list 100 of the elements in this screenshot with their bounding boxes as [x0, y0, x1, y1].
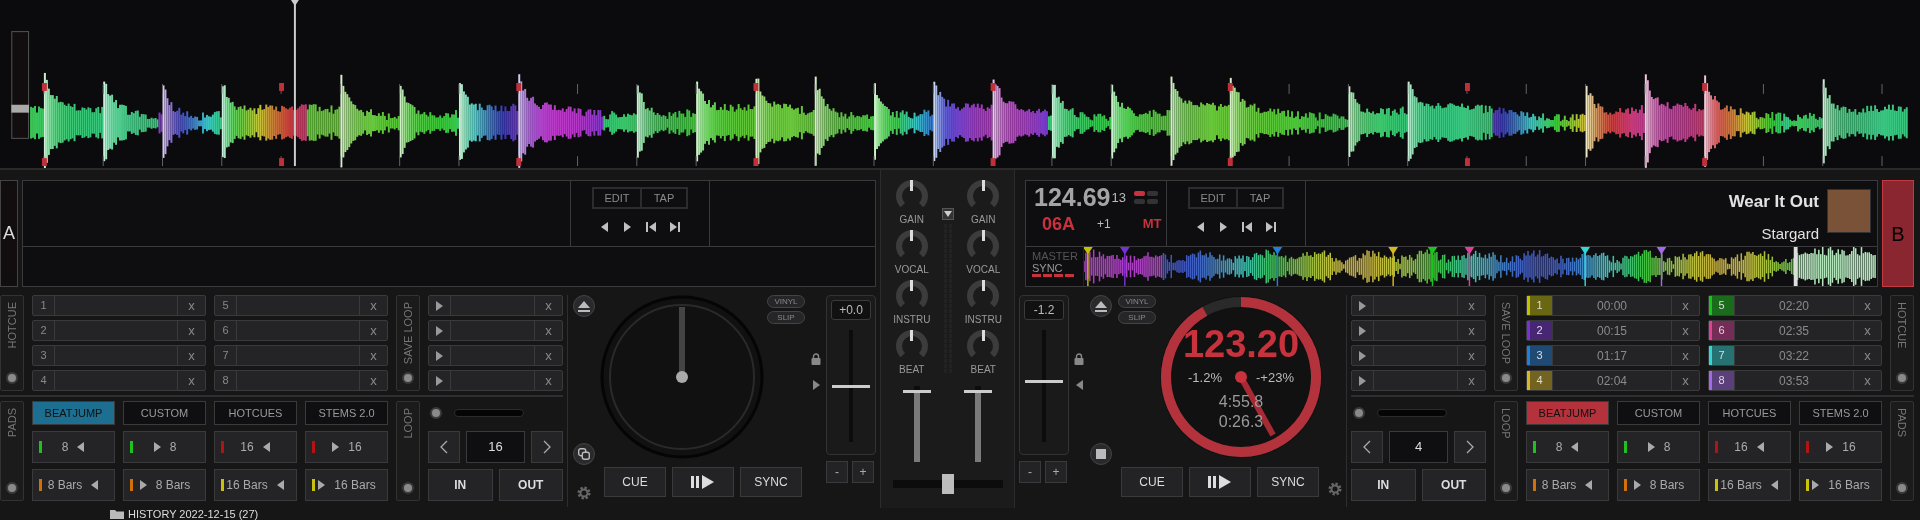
pad-button[interactable]: 16 [1799, 431, 1882, 463]
slip-button[interactable]: SLIP [1118, 311, 1156, 324]
delete-button[interactable]: x [1853, 346, 1881, 365]
delete-button[interactable]: x [534, 321, 562, 340]
sync-button[interactable]: SYNC [1257, 467, 1319, 497]
stop-button[interactable] [1090, 443, 1112, 465]
pad-button[interactable]: 16 [305, 431, 388, 463]
pad-button[interactable]: 8 Bars [1526, 469, 1609, 501]
left-triangle-icon[interactable] [600, 221, 609, 233]
cue-button[interactable]: CUE [1121, 467, 1183, 497]
pitch-down-button[interactable]: - [1019, 461, 1041, 483]
delete-button[interactable]: x [534, 371, 562, 390]
pad-button[interactable]: 8 Bars [32, 469, 115, 501]
delete-button[interactable]: x [359, 371, 387, 390]
hotcue-time-button[interactable]: 02:20 [1735, 296, 1853, 315]
delete-button[interactable]: x [1853, 321, 1881, 340]
hotcue-number-button[interactable]: 1 [1527, 296, 1553, 315]
delete-button[interactable]: x [1457, 346, 1485, 365]
delete-button[interactable]: x [177, 371, 205, 390]
loop-in-button[interactable]: IN [428, 469, 493, 501]
master-tempo-toggle[interactable]: MT [1142, 214, 1162, 234]
hotcue-number-button[interactable]: 2 [1527, 321, 1553, 340]
led-button[interactable] [6, 372, 18, 384]
hotcue-number-button[interactable]: 2 [33, 321, 55, 340]
pad-button[interactable]: 8 [1526, 431, 1609, 463]
loop-out-button[interactable]: OUT [498, 469, 563, 501]
sync-button[interactable]: SYNC [740, 467, 802, 497]
pitch-up-button[interactable]: + [1045, 461, 1067, 483]
lock-icon[interactable] [811, 353, 821, 365]
hotcue-number-button[interactable]: 7 [1709, 346, 1735, 365]
hotcue-number-button[interactable]: 3 [1527, 346, 1553, 365]
hotcue-number-button[interactable]: 4 [33, 371, 55, 390]
clone-button[interactable] [573, 443, 595, 465]
cue-button[interactable]: CUE [604, 467, 666, 497]
led-button[interactable] [1500, 372, 1512, 384]
pad-button[interactable]: 8 Bars [123, 469, 206, 501]
led-button[interactable] [1353, 407, 1365, 419]
pad-page-tab[interactable]: CUSTOM [1617, 401, 1700, 425]
lock-icon[interactable] [1074, 353, 1084, 365]
pad-page-tab[interactable]: BEATJUMP [1526, 401, 1609, 425]
delete-button[interactable]: x [1457, 296, 1485, 315]
fader-handle[interactable] [903, 389, 932, 393]
delete-button[interactable]: x [359, 296, 387, 315]
track-overview-drawing[interactable] [1084, 247, 1877, 286]
left-triangle-icon[interactable] [1196, 221, 1205, 233]
hotcue-time-button[interactable]: 00:00 [1553, 296, 1671, 315]
vinyl-button[interactable]: VINYL [1118, 295, 1156, 308]
slider-track[interactable] [454, 409, 524, 417]
skip-forward-icon[interactable] [1266, 221, 1276, 233]
crossfader-handle[interactable] [941, 474, 954, 494]
delete-button[interactable]: x [534, 296, 562, 315]
hotcue-number-button[interactable]: 5 [1709, 296, 1735, 315]
led-button[interactable] [1500, 482, 1512, 494]
hotcue-number-button[interactable]: 3 [33, 346, 55, 365]
skip-back-icon[interactable] [1242, 221, 1252, 233]
pad-button[interactable]: 16 Bars [214, 469, 297, 501]
hotcue-time-button[interactable]: 03:53 [1735, 371, 1853, 390]
loop-out-button[interactable]: OUT [1421, 469, 1486, 501]
pad-page-tab[interactable]: HOTCUES [214, 401, 297, 425]
folder-icon[interactable] [110, 509, 124, 519]
delete-button[interactable]: x [1671, 371, 1699, 390]
right-triangle-icon[interactable] [811, 379, 821, 391]
slider-handle[interactable] [832, 384, 870, 388]
skip-forward-icon[interactable] [670, 221, 680, 233]
delete-button[interactable]: x [359, 346, 387, 365]
settings-icon[interactable] [576, 485, 592, 501]
slider-handle[interactable] [1025, 380, 1063, 384]
vinyl-button[interactable]: VINYL [767, 295, 805, 308]
hotcue-time-button[interactable]: 00:15 [1553, 321, 1671, 340]
pad-button[interactable]: 8 [1617, 431, 1700, 463]
pad-page-tab[interactable]: CUSTOM [123, 401, 206, 425]
delete-button[interactable]: x [1457, 321, 1485, 340]
right-triangle-icon[interactable] [623, 221, 632, 233]
previous-button[interactable] [1351, 431, 1383, 463]
right-triangle-icon[interactable] [1219, 221, 1228, 233]
pitch-down-button[interactable]: - [826, 461, 848, 483]
led-button[interactable] [402, 372, 414, 384]
settings-icon[interactable] [1327, 481, 1343, 497]
eject-button[interactable] [1090, 295, 1112, 317]
delete-button[interactable]: x [359, 321, 387, 340]
delete-button[interactable]: x [534, 346, 562, 365]
hotcue-number-button[interactable]: 8 [1709, 371, 1735, 390]
led-button[interactable] [1896, 372, 1908, 384]
pad-button[interactable]: 16 Bars [1799, 469, 1882, 501]
delete-button[interactable]: x [1853, 371, 1881, 390]
fader-handle[interactable] [963, 389, 992, 393]
delete-button[interactable]: x [1671, 346, 1699, 365]
left-triangle-icon[interactable] [1074, 379, 1084, 391]
pad-page-tab[interactable]: HOTCUES [1708, 401, 1791, 425]
pad-button[interactable]: 8 Bars [1617, 469, 1700, 501]
hotcue-time-button[interactable]: 02:04 [1553, 371, 1671, 390]
hotcue-time-button[interactable]: 03:22 [1735, 346, 1853, 365]
pad-page-tab[interactable]: BEATJUMP [32, 401, 115, 425]
led-button[interactable] [6, 482, 18, 494]
slip-button[interactable]: SLIP [767, 311, 805, 324]
led-button[interactable] [402, 482, 414, 494]
hotcue-time-button[interactable]: 02:35 [1735, 321, 1853, 340]
hotcue-time-button[interactable]: 01:17 [1553, 346, 1671, 365]
delete-button[interactable]: x [1671, 321, 1699, 340]
skip-back-icon[interactable] [646, 221, 656, 233]
